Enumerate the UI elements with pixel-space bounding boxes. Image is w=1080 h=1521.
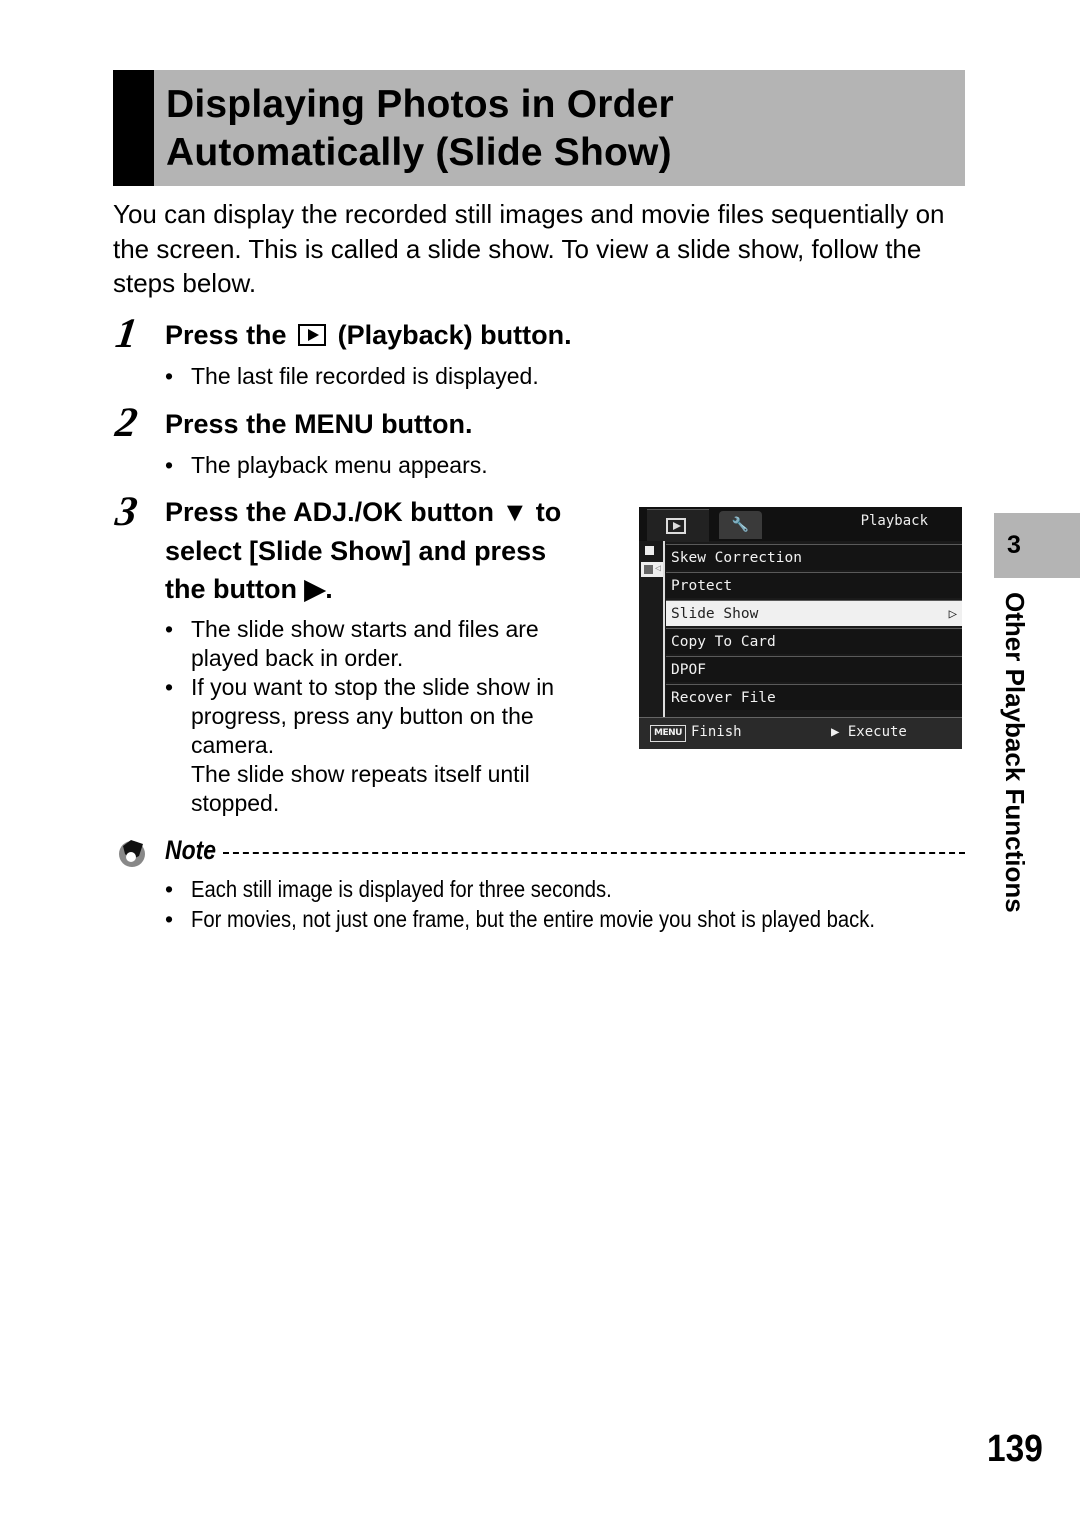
page-indicator-1	[645, 546, 654, 555]
step-number-3: 3	[112, 489, 141, 535]
menu-item-copy-to-card[interactable]: Copy To Card	[666, 628, 962, 654]
left-arrow-icon: ◁	[655, 563, 662, 574]
step-number-1: 1	[112, 311, 141, 357]
camera-menu-title: Playback	[860, 513, 928, 529]
camera-menu-footer: MENU Finish ▶ Execute	[639, 717, 962, 749]
step-1-heading-pre: Press the	[165, 320, 287, 350]
menu-item-slide-show-label: Slide Show	[671, 606, 759, 622]
step-number-2: 2	[112, 400, 141, 446]
wrench-screwdriver-icon: 🔧	[731, 517, 750, 533]
step-3-heading-line-2: select [Slide Show] and press	[165, 536, 547, 566]
page-title-line-2: Automatically (Slide Show)	[166, 131, 672, 174]
bullet-dot: •	[165, 452, 174, 478]
menu-divider	[663, 541, 665, 717]
chapter-title-vertical: Other Playback Functions	[1000, 592, 1030, 913]
page-indicator-2-current: ◁	[641, 562, 665, 577]
step-1-heading-post: (Playback) button.	[337, 320, 572, 350]
menu-item-protect[interactable]: Protect	[666, 572, 962, 598]
playback-icon	[666, 518, 686, 534]
playback-button-icon	[298, 324, 327, 346]
chevron-right-icon: ▷	[948, 606, 957, 622]
note-label: Note	[165, 835, 216, 865]
menu-key-icon: MENU	[650, 725, 686, 742]
bullet-dot: •	[165, 906, 174, 932]
note-icon	[119, 840, 145, 867]
playback-tab[interactable]	[647, 509, 709, 542]
setup-tab[interactable]: 🔧	[719, 511, 762, 539]
bullet-dot: •	[165, 616, 174, 642]
bullet-dot: •	[165, 674, 174, 700]
finish-hint: Finish	[691, 724, 742, 740]
page-number: 139	[987, 1428, 1043, 1470]
page-indicator-rail: ◁	[639, 541, 665, 717]
bullet-dot: •	[165, 363, 174, 389]
menu-item-slide-show[interactable]: Slide Show ▷	[666, 600, 962, 626]
chapter-tab: 3	[994, 513, 1080, 578]
chapter-number: 3	[1007, 531, 1021, 559]
note-dashed-rule	[223, 852, 965, 854]
step-3-heading-line-3: the button ▶.	[165, 574, 333, 604]
menu-item-skew-correction[interactable]: Skew Correction	[666, 544, 962, 570]
menu-item-recover-file[interactable]: Recover File	[666, 684, 962, 710]
section-title-bar: Displaying Photos in Order Automatically…	[113, 70, 965, 186]
intro-paragraph: You can display the recorded still image…	[113, 199, 945, 298]
step-2-heading: Press the MENU button.	[165, 409, 473, 439]
camera-tab-bar: 🔧 Playback	[639, 507, 962, 542]
step-1-heading: Press the (Playback) button.	[165, 316, 572, 355]
bullet-dot: •	[165, 876, 174, 902]
step-3-heading-line-1: Press the ADJ./OK button ▼ to	[165, 497, 562, 527]
title-accent-strip	[113, 70, 154, 186]
camera-playback-menu-screen: 🔧 Playback ◁ Skew Correction Protect Sli…	[639, 507, 962, 749]
execute-hint: ▶ Execute	[831, 724, 907, 740]
page-title-line-1: Displaying Photos in Order	[166, 83, 674, 126]
menu-item-dpof[interactable]: DPOF	[666, 656, 962, 682]
